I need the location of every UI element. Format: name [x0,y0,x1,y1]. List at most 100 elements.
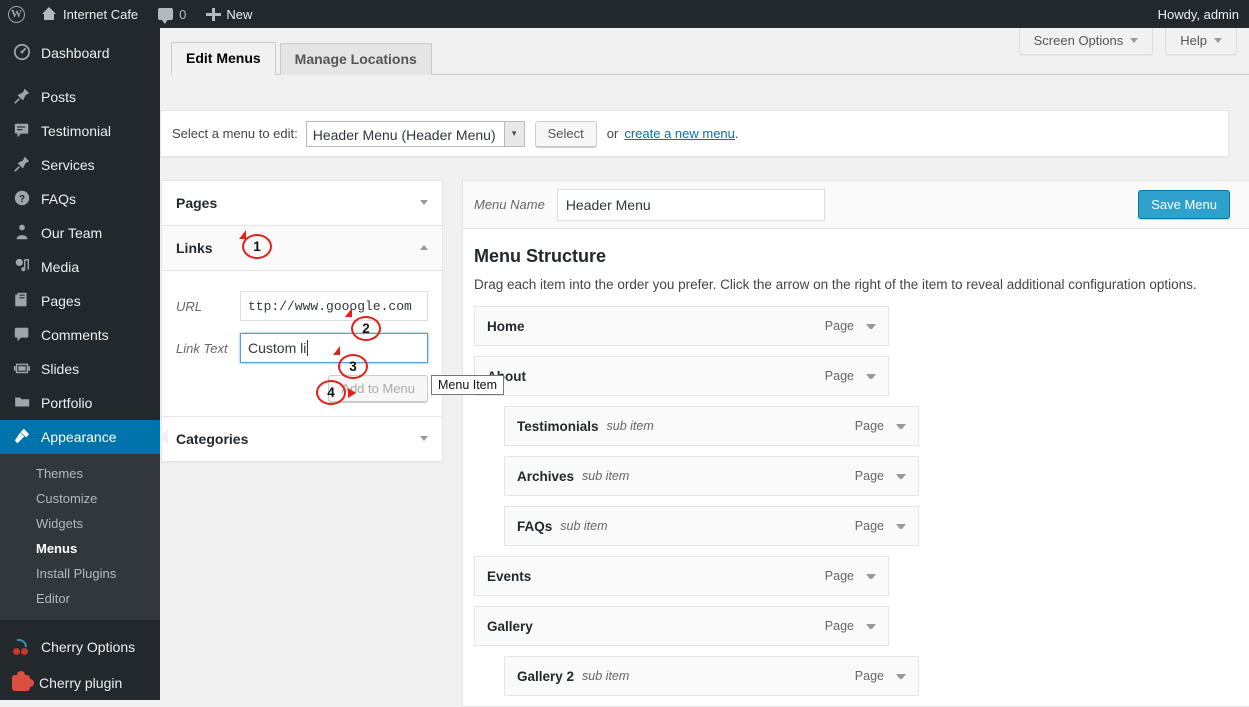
dashboard-icon [12,43,32,63]
sidebar-item-testimonial[interactable]: Testimonial [0,114,160,148]
annotation-badge-3: 3 [338,354,368,379]
menu-item-row[interactable]: Gallery 2 sub item Page [504,656,919,696]
sidebar-item-appearance[interactable]: Appearance [0,420,168,454]
sidebar-item-dashboard[interactable]: Dashboard [0,36,160,70]
menu-item-sublabel: sub item [582,669,630,683]
sidebar-item-comments[interactable]: Comments [0,318,160,352]
create-new-menu-link[interactable]: create a new menu [624,126,735,141]
sidebar-item-cherry-plugin[interactable]: Cherry plugin [0,667,160,699]
accordion-header-categories[interactable]: Categories [162,416,442,461]
media-icon [12,257,32,277]
pages-icon [12,291,32,311]
pin-icon [12,155,32,175]
menu-select-value: Header Menu (Header Menu) [312,126,496,143]
annotation-badge-2: 2 [351,316,381,341]
pin-icon [12,87,32,107]
annotation-badge-4: 4 [316,380,346,405]
chevron-down-icon[interactable] [866,373,876,379]
comments-menu[interactable]: 0 [148,0,196,28]
svg-text:?: ? [19,194,25,205]
sidebar-item-label: Media [41,259,80,275]
annotation-cursor-1 [239,230,246,239]
sidebar-item-label: Dashboard [41,45,110,61]
sidebar-item-customize[interactable]: Customize [0,486,160,511]
wordpress-logo-button[interactable]: W [0,0,31,28]
tab-edit-menus[interactable]: Edit Menus [171,42,276,75]
sidebar-item-services[interactable]: Services [0,148,160,182]
sidebar-item-label: Cherry plugin [39,675,123,691]
chevron-down-icon[interactable] [420,436,428,441]
save-menu-button[interactable]: Save Menu [1138,190,1230,219]
howdy-account-menu[interactable]: Howdy, admin [1148,0,1249,28]
menu-item-row[interactable]: Gallery Page [474,606,889,646]
menu-item-title: Gallery [487,618,533,634]
wordpress-logo-icon: W [8,5,25,23]
select-menu-label: Select a menu to edit: [172,126,298,141]
accordion-title: Pages [176,195,218,211]
sidebar-item-editor[interactable]: Editor [0,586,160,611]
sidebar-item-label: Appearance [41,429,117,445]
sidebar-item-media[interactable]: Media [0,250,160,284]
admin-content-area: Screen Options Help Edit Menus Manage Lo… [160,28,1249,707]
chevron-down-icon[interactable] [866,573,876,579]
menu-item-row[interactable]: Testimonials sub item Page [504,406,919,446]
menu-item-title: Home [487,318,525,334]
sidebar-item-pages[interactable]: Pages [0,284,160,318]
menu-item-title: Gallery 2 [517,668,575,684]
appearance-submenu: Themes Customize Widgets Menus Install P… [0,454,160,620]
menu-item-row[interactable]: Events Page [474,556,889,596]
menu-name-input[interactable] [556,188,825,221]
menu-item-row[interactable]: About Page [474,356,889,396]
chevron-down-icon[interactable] [866,623,876,629]
cherry-icon [12,639,32,655]
chevron-down-icon[interactable] [896,673,906,679]
menu-item-sublabel: sub item [560,519,608,533]
menu-item-row[interactable]: FAQs sub item Page [504,506,919,546]
url-input[interactable] [240,291,428,321]
menu-item-sublabel: sub item [582,469,630,483]
menu-item-title: Testimonials [517,418,599,434]
sidebar-item-our-team[interactable]: Our Team [0,216,160,250]
chevron-down-icon[interactable] [420,200,428,205]
accordion-header-links[interactable]: Links [162,226,442,271]
link-text-field-row: Link Text Custom li [176,333,428,363]
select-menu-button[interactable]: Select [534,120,597,147]
or-label: or [606,126,619,141]
home-icon [41,7,57,21]
menu-select-dropdown[interactable]: Header Menu (Header Menu) ▾ [305,120,525,147]
sidebar-item-label: Pages [41,293,81,309]
accordion-header-pages[interactable]: Pages [162,181,442,226]
puzzle-piece-icon [12,671,34,691]
sidebar-item-widgets[interactable]: Widgets [0,511,160,536]
chevron-down-icon[interactable] [866,323,876,329]
chevron-down-icon[interactable] [896,523,906,529]
sidebar-item-themes[interactable]: Themes [0,461,160,486]
sidebar-item-label: Our Team [41,225,103,241]
sidebar-item-posts[interactable]: Posts [0,80,160,114]
sidebar-item-label: Testimonial [41,123,112,139]
chevron-down-icon[interactable] [896,423,906,429]
chevron-up-icon[interactable] [420,245,428,250]
sidebar-item-faqs[interactable]: ? FAQs [0,182,160,216]
annotation-cursor-2 [345,308,352,317]
sidebar-item-label: Posts [41,89,77,105]
sidebar-item-install-plugins[interactable]: Install Plugins [0,561,160,586]
menu-structure-panel: Menu Name Save Menu Menu Structure Drag … [462,180,1249,707]
sidebar-item-menus[interactable]: Menus [0,536,160,561]
sidebar-item-cherry-options[interactable]: Cherry Options [0,631,160,663]
menu-item-type: Page [854,519,884,533]
menu-structure-body: Menu Structure Drag each item into the o… [463,229,1249,696]
menu-item-row[interactable]: Archives sub item Page [504,456,919,496]
chevron-down-icon[interactable] [896,473,906,479]
annotation-cursor-4 [348,388,356,398]
site-name-menu[interactable]: Internet Cafe [31,0,148,28]
tab-manage-locations[interactable]: Manage Locations [279,43,432,75]
annotation-cursor-3 [333,346,340,355]
sidebar-item-portfolio[interactable]: Portfolio [0,386,160,420]
sidebar-item-slides[interactable]: Slides [0,352,160,386]
sidebar-item-label: Comments [41,327,109,343]
new-content-menu[interactable]: New [196,0,262,28]
menu-item-row[interactable]: Home Page [474,306,889,346]
sidebar-divider [0,620,160,621]
url-label: URL [176,298,203,314]
